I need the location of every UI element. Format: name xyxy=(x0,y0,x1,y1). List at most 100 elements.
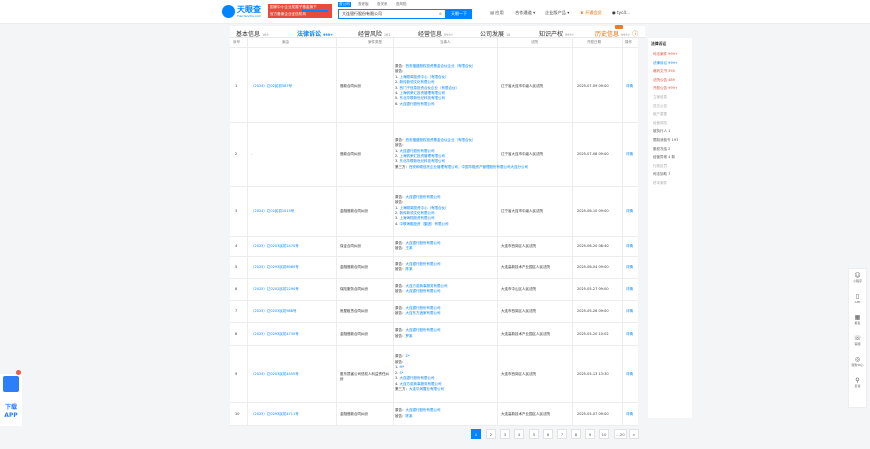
party-name-link[interactable]: 西安福盛股权投资基金合伙企业（有限合伙） xyxy=(406,138,476,142)
tab-basic[interactable]: 基本信息 169 xyxy=(236,29,269,38)
case-number-link[interactable]: （2024）辽02民初587号 xyxy=(251,84,292,89)
case-number-link[interactable]: （2024）辽0203民初4555号 xyxy=(251,372,299,377)
side-item[interactable]: 法院公告 489 xyxy=(653,78,675,83)
party-name-link[interactable]: 大连银行股份有限公司 xyxy=(406,289,441,293)
party-name-link[interactable]: 西门子信息投资合伙企业（有限合伙） xyxy=(399,86,459,90)
party-name-link[interactable]: S* xyxy=(399,371,403,375)
party-name-link[interactable]: 陈某 xyxy=(406,267,413,271)
detail-link[interactable]: 详情 xyxy=(626,265,633,270)
party-name-link[interactable]: 大连银行股份有限公司 xyxy=(406,262,441,266)
side-item[interactable]: 被执行人 1 xyxy=(653,129,670,134)
side-item[interactable]: 行政处罚 xyxy=(653,164,667,169)
party-name-link[interactable]: 大连方诺商事服务有限公司 xyxy=(406,284,448,288)
party-name-link[interactable]: 大连银行股份有限公司 xyxy=(406,306,441,310)
page-button[interactable]: 10 xyxy=(599,429,609,439)
tab-legal[interactable]: 法律诉讼 999+ xyxy=(297,29,333,38)
side-item[interactable]: 裁判文书 390 xyxy=(653,69,675,74)
toolbar-item[interactable]: ▯ APP xyxy=(848,293,867,304)
search-tab-company[interactable]: 查公司 xyxy=(338,2,351,7)
nav-vip[interactable]: ♛ 开通会员 xyxy=(580,10,602,16)
party-name-link[interactable]: 上海顺闻投资中心（有限合伙） xyxy=(399,75,448,79)
detail-link[interactable]: 详情 xyxy=(626,372,633,377)
toolbar-item[interactable]: ☺ 小程序 xyxy=(848,272,867,283)
site-logo[interactable]: 天眼查 TianYancha.com xyxy=(222,4,266,20)
party-name-link[interactable]: 大连银行股份有限公司 xyxy=(399,102,434,106)
party-name-link[interactable]: 中联海融投资（集团）有限公司 xyxy=(399,222,448,226)
case-number-link[interactable]: （2025）辽0293民初4730号 xyxy=(251,332,299,337)
case-number-link[interactable]: （2025）辽0203民初2470号 xyxy=(251,244,299,249)
party-name-link[interactable]: 东北华联新世纪科技有限公司 xyxy=(399,96,445,100)
party-name-link[interactable]: M* xyxy=(399,365,404,369)
page-button[interactable]: 9 xyxy=(585,429,595,439)
party-name-link[interactable]: 大连银行股份有限公司 xyxy=(406,408,441,412)
party-name-link[interactable]: 西安和硕信托企业管理有限公司，中国华融资产管理股份有限公司大连分公司 xyxy=(409,165,528,169)
download-app-widget[interactable]: 下载APP xyxy=(0,370,22,426)
party-name-link[interactable]: 罗某 xyxy=(406,334,413,338)
detail-link[interactable]: 详情 xyxy=(626,244,633,249)
page-button[interactable]: 7 xyxy=(557,429,567,439)
case-number-link[interactable]: （2025）辽0293民初4711号 xyxy=(251,412,299,417)
side-item[interactable]: 经营异常 4 新 xyxy=(653,155,675,160)
party-name-link[interactable]: 上海顺闻投资中心（有限合伙） xyxy=(399,206,448,210)
page-button[interactable]: 3 xyxy=(500,429,510,439)
party-name-link[interactable]: 王某 xyxy=(406,246,413,250)
case-number-link[interactable]: （2025）辽0293民初8980号 xyxy=(251,265,299,270)
toolbar-item[interactable]: ▦ 报名 xyxy=(848,314,867,325)
page-button[interactable]: 5 xyxy=(529,429,539,439)
nav-apps[interactable]: ▤ 应用 xyxy=(490,10,504,16)
detail-link[interactable]: 详情 xyxy=(626,332,633,337)
party-name-link[interactable]: 上海海翔投资有限公司 xyxy=(399,216,434,220)
party-name-link[interactable]: 大连银行股份有限公司 xyxy=(406,195,441,199)
side-item[interactable]: 法律诉讼 999+ xyxy=(653,61,678,66)
party-name-link[interactable]: 大连东方酒家有限公司 xyxy=(406,311,441,315)
case-number-link[interactable]: - xyxy=(251,152,252,156)
toolbar-item[interactable]: ◎ 服务中心 xyxy=(848,356,867,367)
detail-link[interactable]: 详情 xyxy=(626,412,633,417)
nav-cooperation[interactable]: 合作通道 ▾ xyxy=(515,10,535,16)
tab-operation[interactable]: 经营信息 999+ xyxy=(418,29,453,38)
side-item[interactable]: 司法案件 999+ xyxy=(653,52,678,57)
party-name-link[interactable]: 西安福盛股权投资基金合伙企业（有限合伙） xyxy=(406,64,476,68)
nav-user[interactable]: ● tyc4... xyxy=(612,10,630,15)
detail-link[interactable]: 详情 xyxy=(626,84,633,89)
side-item[interactable]: 股权冻结 2 xyxy=(653,147,670,152)
party-name-link[interactable]: 大连银行股份有限公司 xyxy=(406,241,441,245)
party-name-link[interactable]: 新传新领文化有限公司 xyxy=(399,80,434,84)
party-name-link[interactable]: 大连银行股份有限公司 xyxy=(399,149,434,153)
nav-enterprise[interactable]: 企业版产品 ▾ xyxy=(545,10,569,16)
page-button[interactable]: 8 xyxy=(571,429,581,439)
page-button[interactable]: 2 xyxy=(486,429,496,439)
side-item[interactable]: 司法协助 7 xyxy=(653,172,670,177)
side-item[interactable]: 终本案件 xyxy=(653,181,667,186)
party-name-link[interactable]: 新传新领文化有限公司 xyxy=(399,211,434,215)
page-button[interactable]: 1 xyxy=(471,429,481,439)
party-name-link[interactable]: 大连华润置业有限公司 xyxy=(409,387,444,391)
page-button[interactable]: 4 xyxy=(514,429,524,439)
detail-link[interactable]: 详情 xyxy=(626,287,633,292)
tab-development[interactable]: 公司发展 18 xyxy=(480,29,510,38)
party-name-link[interactable]: 上海帆荣汇投资管理有限公司 xyxy=(399,154,445,158)
case-number-link[interactable]: （2025）辽0202民初2290号 xyxy=(251,287,299,292)
page-button[interactable]: ...20 xyxy=(614,429,627,439)
detail-link[interactable]: 详情 xyxy=(626,209,633,214)
side-item[interactable]: 开庭公告 999+ xyxy=(653,86,678,91)
search-tab-boss[interactable]: 查老板 xyxy=(357,2,370,7)
side-item[interactable]: 立案信息 xyxy=(653,95,667,100)
side-item[interactable]: 限制消费令 193 xyxy=(653,138,678,143)
side-item[interactable]: 经营风险 xyxy=(653,121,667,126)
clear-icon[interactable]: ⊗ xyxy=(439,10,442,18)
toolbar-item[interactable]: ⚲ 反馈 xyxy=(848,377,867,388)
case-number-link[interactable]: （2025）辽0203民初988号 xyxy=(251,309,297,314)
party-name-link[interactable]: Z* xyxy=(406,354,410,358)
tab-risk[interactable]: 经营风险 281 xyxy=(358,29,391,38)
search-tab-risk[interactable]: 查风险 xyxy=(395,2,408,7)
party-name-link[interactable]: 大连银行股份有限公司 xyxy=(406,328,441,332)
party-name-link[interactable]: 大连方诺商事服务有限公司 xyxy=(399,382,441,386)
search-tab-relation[interactable]: 查关系 xyxy=(376,2,389,7)
page-button[interactable]: > xyxy=(629,429,639,439)
side-item[interactable]: 破产重整 xyxy=(653,112,667,117)
detail-link[interactable]: 详情 xyxy=(626,309,633,314)
page-button[interactable]: 6 xyxy=(543,429,553,439)
party-name-link[interactable]: 大连银行股份有限公司 xyxy=(399,376,434,380)
tab-history[interactable]: 历史信息 999+ ⓘ xyxy=(595,29,638,38)
